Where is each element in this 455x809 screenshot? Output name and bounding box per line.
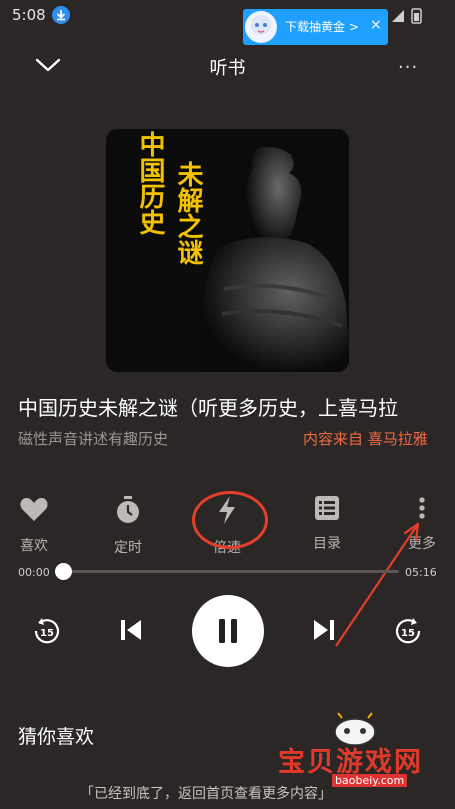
rewind-seconds: 15 bbox=[40, 628, 54, 639]
ad-avatar bbox=[245, 11, 277, 43]
like-button[interactable]: 喜欢 bbox=[4, 495, 64, 555]
page-title: 听书 bbox=[209, 58, 246, 79]
rewind-15-icon: 15 bbox=[34, 618, 60, 644]
previous-button[interactable] bbox=[119, 618, 143, 646]
header-more-button[interactable]: ... bbox=[398, 52, 418, 73]
timer-icon bbox=[117, 496, 139, 523]
rewind-15-button[interactable]: 15 bbox=[33, 617, 61, 649]
total-time: 05:16 bbox=[405, 566, 437, 579]
watermark-url: baobeiy.com bbox=[332, 774, 408, 787]
pause-button[interactable] bbox=[192, 595, 264, 667]
album-cover: 中国历史 未解之谜 bbox=[106, 129, 349, 372]
status-icons bbox=[390, 6, 445, 24]
album-title: 中国历史未解之谜（听更多历史，上喜马拉 bbox=[18, 396, 398, 420]
current-time: 00:00 bbox=[18, 566, 50, 579]
next-icon bbox=[314, 620, 334, 640]
pause-icon bbox=[219, 619, 237, 643]
previous-icon bbox=[121, 620, 141, 640]
status-time: 5:08 bbox=[12, 6, 46, 24]
next-button[interactable] bbox=[312, 618, 336, 646]
ad-text[interactable]: 下载抽黄金 > bbox=[285, 18, 359, 35]
forward-15-button[interactable]: 15 bbox=[394, 617, 422, 649]
ad-close-icon[interactable]: × bbox=[370, 17, 382, 33]
forward-seconds: 15 bbox=[401, 628, 415, 639]
heart-icon bbox=[20, 498, 48, 521]
timer-label: 定时 bbox=[114, 540, 142, 556]
progress-knob[interactable] bbox=[55, 563, 72, 580]
content-source-link[interactable]: 内容来自 喜马拉雅 bbox=[303, 428, 428, 449]
cover-title-col2: 未解之谜 bbox=[173, 161, 203, 265]
forward-15-icon: 15 bbox=[395, 618, 421, 644]
cover-title-col1: 中国历史 bbox=[135, 131, 165, 235]
progress-track[interactable] bbox=[61, 570, 399, 573]
download-icon bbox=[52, 6, 70, 24]
end-of-list-tip[interactable]: 「已经到底了，返回首页查看更多内容」 bbox=[80, 783, 332, 803]
annotation-circle bbox=[192, 491, 268, 549]
like-label: 喜欢 bbox=[20, 538, 48, 554]
recommend-title: 猜你喜欢 bbox=[18, 726, 95, 748]
album-subtitle: 磁性声音讲述有趣历史 bbox=[18, 430, 169, 448]
ad-banner[interactable]: 下载抽黄金 > × bbox=[243, 9, 388, 45]
timer-button[interactable]: 定时 bbox=[98, 495, 158, 557]
